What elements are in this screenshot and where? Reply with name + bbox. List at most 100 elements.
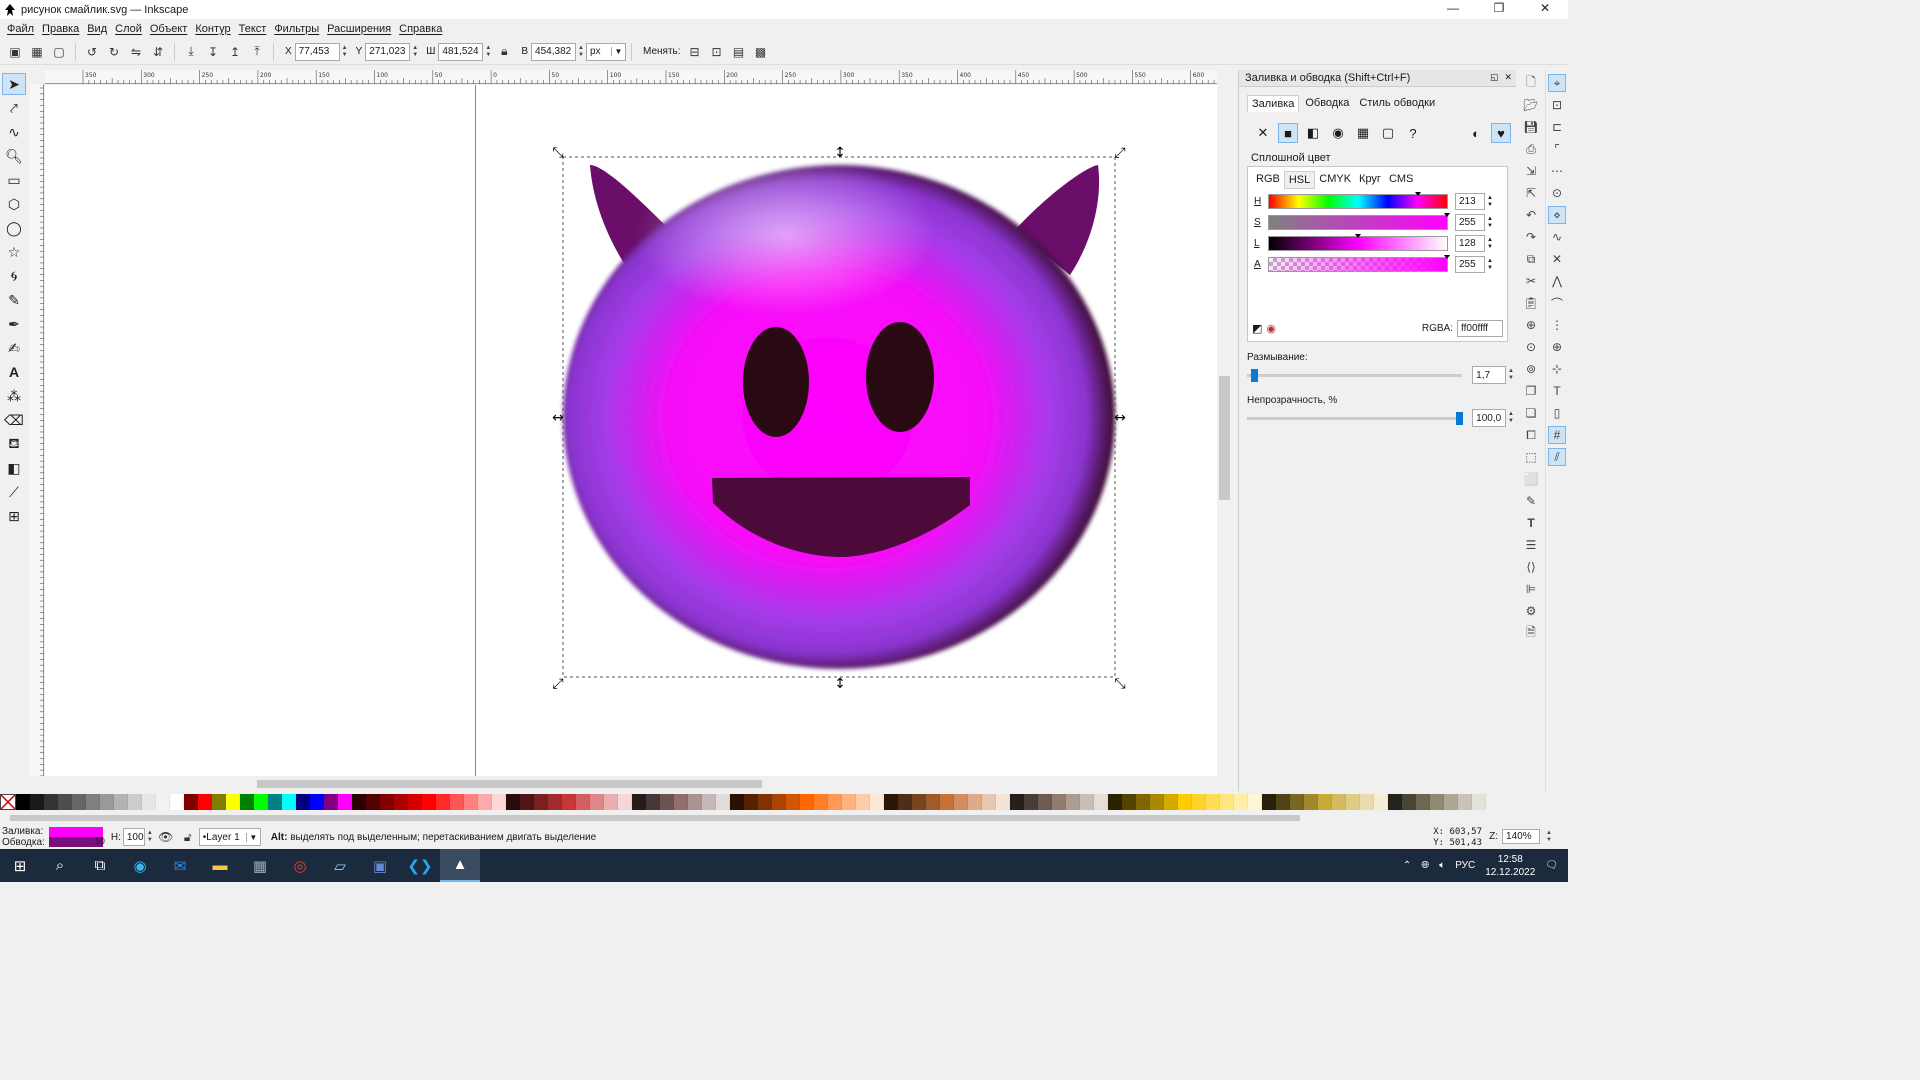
palette-swatch[interactable] <box>702 794 716 810</box>
palette-swatch[interactable] <box>1458 794 1472 810</box>
chrome-icon[interactable]: ◎ <box>280 849 320 882</box>
clock[interactable]: 12:58 12.12.2022 <box>1485 853 1535 879</box>
x-field[interactable]: 77,453 <box>294 42 340 61</box>
palette-swatch[interactable] <box>380 794 394 810</box>
zoom-selection-icon[interactable]: ⊕ <box>1522 316 1540 334</box>
palette-swatch[interactable] <box>660 794 674 810</box>
palette-swatch[interactable] <box>1276 794 1290 810</box>
palette-swatch[interactable] <box>1304 794 1318 810</box>
y-field[interactable]: 271,023 <box>365 42 411 61</box>
pen-tool-icon[interactable]: ✒ <box>2 313 26 335</box>
fill-stroke-icon[interactable]: ✎ <box>1522 492 1540 510</box>
width-field[interactable]: 481,524 <box>438 42 484 61</box>
no-color-swatch[interactable] <box>0 794 16 810</box>
flat-color-icon[interactable]: ■ <box>1278 123 1298 143</box>
palette-swatch[interactable] <box>58 794 72 810</box>
unlink-clone-icon[interactable]: ⧠ <box>1522 426 1540 444</box>
zoom-page-icon[interactable]: ⊚ <box>1522 360 1540 378</box>
inkscape-taskbar-icon[interactable]: ▲ <box>440 849 480 882</box>
palette-swatch[interactable] <box>142 794 156 810</box>
snap-bbox-midpoint-icon[interactable]: ⋯ <box>1548 162 1566 180</box>
palette-swatch[interactable] <box>996 794 1010 810</box>
menu-help[interactable]: Справка <box>399 23 442 35</box>
horizontal-scrollbar[interactable] <box>45 777 1217 791</box>
tab-hsl[interactable]: HSL <box>1283 171 1316 189</box>
rotate-ccw-icon[interactable]: ↺ <box>83 43 101 61</box>
snap-bbox-center-icon[interactable]: ⊙ <box>1548 184 1566 202</box>
palette-swatch[interactable] <box>170 794 184 810</box>
paint-bucket-tool-icon[interactable]: ⛾ <box>2 433 26 455</box>
palette-swatch[interactable] <box>254 794 268 810</box>
rotate-cw-icon[interactable]: ↻ <box>105 43 123 61</box>
snap-bbox-icon[interactable]: ⊡ <box>1548 96 1566 114</box>
opacity-value[interactable]: 100,0 <box>1472 409 1507 427</box>
palette-swatch[interactable] <box>212 794 226 810</box>
palette-swatch[interactable] <box>814 794 828 810</box>
horizontal-scroll-thumb[interactable] <box>257 780 762 788</box>
hue-slider[interactable] <box>1268 192 1448 209</box>
blur-slider[interactable] <box>1247 368 1463 382</box>
tab-stroke-paint[interactable]: Обводка <box>1301 95 1353 112</box>
palette-swatch[interactable] <box>1136 794 1150 810</box>
blur-slider-handle[interactable] <box>1251 368 1258 382</box>
flip-vertical-icon[interactable]: ⇵ <box>149 43 167 61</box>
handle-bottom-left-icon[interactable]: ⤢ <box>552 676 563 692</box>
menu-path[interactable]: Контур <box>195 23 230 35</box>
undock-icon[interactable]: ◱ <box>1490 72 1499 83</box>
gradient-tool-icon[interactable]: ◧ <box>2 457 26 479</box>
menu-object[interactable]: Объект <box>150 23 187 35</box>
palette-swatch[interactable] <box>72 794 86 810</box>
layer-select[interactable]: •Layer 1 ▼ <box>198 828 261 846</box>
menu-file[interactable]: Файл <box>7 23 34 35</box>
tab-rgb[interactable]: RGB <box>1252 171 1284 189</box>
preferences-icon[interactable]: ⚙ <box>1522 602 1540 620</box>
file-explorer-icon[interactable]: ▬ <box>200 849 240 882</box>
palette-swatch[interactable] <box>870 794 884 810</box>
palette-swatch[interactable] <box>604 794 618 810</box>
palette-swatch[interactable] <box>310 794 324 810</box>
palette-swatch[interactable] <box>1430 794 1444 810</box>
undo-icon[interactable]: ↶ <box>1522 206 1540 224</box>
palette-swatch[interactable] <box>1122 794 1136 810</box>
snap-text-baseline-icon[interactable]: T <box>1548 382 1566 400</box>
palette-swatch[interactable] <box>128 794 142 810</box>
menu-view[interactable]: Вид <box>87 23 107 35</box>
rectangle-tool-icon[interactable]: ▭ <box>2 169 26 191</box>
snap-bbox-edge-icon[interactable]: ⊏ <box>1548 118 1566 136</box>
fill-rule-nonzero-icon[interactable]: ♥ <box>1491 123 1511 143</box>
calligraphy-tool-icon[interactable]: ✍ <box>2 337 26 359</box>
palette-swatch[interactable] <box>716 794 730 810</box>
flip-horizontal-icon[interactable]: ⇋ <box>127 43 145 61</box>
blur-stepper[interactable]: ▲ ▼ <box>1508 368 1514 382</box>
document-properties-icon[interactable]: 🗎︎ <box>1522 624 1540 642</box>
xml-editor-icon[interactable]: ⟨⟩ <box>1522 558 1540 576</box>
palette-swatch[interactable] <box>1290 794 1304 810</box>
lightness-value[interactable]: 128 <box>1455 235 1485 252</box>
palette-swatch[interactable] <box>1332 794 1346 810</box>
move-gradients-icon[interactable]: ▤ <box>730 43 748 61</box>
slider-marker[interactable] <box>1414 192 1421 196</box>
scale-stroke-icon[interactable]: ⊟ <box>686 43 704 61</box>
palette-swatch[interactable] <box>1360 794 1374 810</box>
palette-swatch[interactable] <box>436 794 450 810</box>
blur-value[interactable]: 1,7 <box>1472 366 1507 384</box>
tab-wheel[interactable]: Круг <box>1355 171 1385 189</box>
unit-select[interactable]: px ▼ <box>586 42 626 61</box>
notepad-icon[interactable]: ▱ <box>320 849 360 882</box>
rgba-input[interactable]: ff00ffff <box>1457 320 1503 337</box>
opacity-stepper[interactable]: ▲ ▼ <box>1508 411 1514 425</box>
snap-center-icon[interactable]: ⊕ <box>1548 338 1566 356</box>
palette-swatch[interactable] <box>842 794 856 810</box>
vscode-icon[interactable]: ❮❯ <box>400 849 440 882</box>
palette-swatch[interactable] <box>912 794 926 810</box>
handle-top-right-icon[interactable]: ⤢ <box>1114 145 1125 161</box>
palette-swatch[interactable] <box>632 794 646 810</box>
handle-left-icon[interactable]: ↔ <box>552 410 564 426</box>
zoom-stepper[interactable]: ▲ ▼ <box>1546 830 1552 844</box>
height-field[interactable]: 454,382 <box>531 42 577 61</box>
palette-swatch[interactable] <box>366 794 380 810</box>
visibility-eye-icon[interactable]: 👁︎ <box>157 828 175 846</box>
palette-swatch[interactable] <box>1388 794 1402 810</box>
palette-swatch[interactable] <box>464 794 478 810</box>
snap-guide-icon[interactable]: ⫽ <box>1548 448 1566 466</box>
